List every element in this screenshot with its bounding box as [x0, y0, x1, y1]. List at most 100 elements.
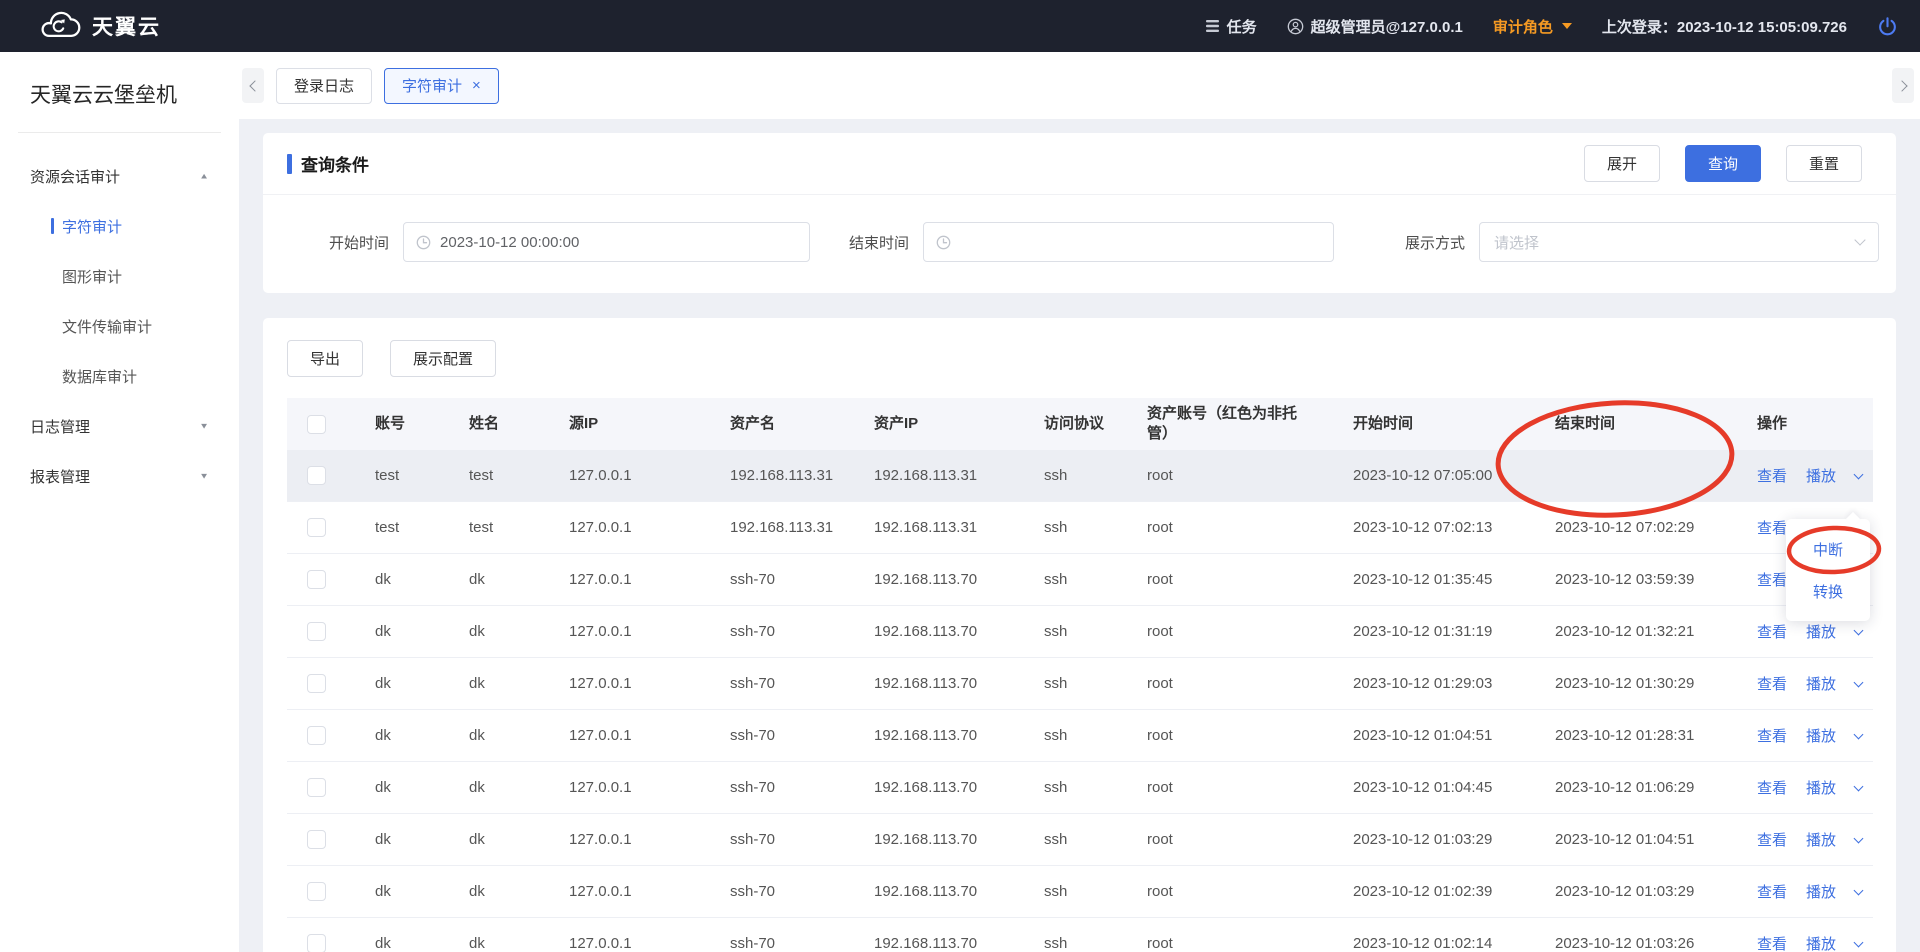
- tab-label: 登录日志: [294, 75, 354, 96]
- user-menu[interactable]: 超级管理员@127.0.0.1: [1287, 16, 1463, 37]
- tabbar: 登录日志 字符审计 ×: [239, 52, 1920, 119]
- tab-close-icon[interactable]: ×: [472, 78, 481, 93]
- last-login-text: 上次登录：2023-10-12 15:05:09.726: [1602, 16, 1847, 37]
- row-checkbox[interactable]: [307, 466, 326, 485]
- table-row: dk dk 127.0.0.1 ssh-70 192.168.113.70 ss…: [287, 918, 1873, 952]
- active-indicator: [51, 218, 54, 234]
- cell-account: dk: [361, 571, 455, 588]
- chevron-left-icon: [249, 80, 260, 91]
- play-link[interactable]: 播放: [1806, 933, 1836, 952]
- cell-asset-name: 192.168.113.31: [716, 467, 860, 484]
- table-row: dk dk 127.0.0.1 ssh-70 192.168.113.70 ss…: [287, 814, 1873, 866]
- view-link[interactable]: 查看: [1757, 933, 1787, 952]
- reset-button[interactable]: 重置: [1786, 145, 1862, 182]
- cell-name: dk: [455, 571, 555, 588]
- play-link[interactable]: 播放: [1806, 829, 1836, 850]
- display-config-button[interactable]: 展示配置: [390, 340, 496, 377]
- sidebar-item-file-transfer-audit[interactable]: 文件传输审计: [0, 301, 239, 351]
- row-checkbox[interactable]: [307, 934, 326, 952]
- select-all-checkbox[interactable]: [307, 415, 326, 434]
- more-actions-chevron-icon[interactable]: [1854, 781, 1864, 791]
- more-actions-chevron-icon[interactable]: [1854, 677, 1864, 687]
- cell-asset-name: ssh-70: [716, 883, 860, 900]
- display-mode-select[interactable]: 请选择: [1479, 222, 1879, 262]
- view-link[interactable]: 查看: [1757, 777, 1787, 798]
- caret-down-icon: [1562, 23, 1572, 29]
- sidebar-group-log-management[interactable]: 日志管理 ▼: [0, 401, 239, 451]
- tasks-menu[interactable]: 任务: [1205, 16, 1257, 37]
- cell-start-time: 2023-10-12 07:02:13: [1339, 519, 1541, 536]
- play-link[interactable]: 播放: [1806, 673, 1836, 694]
- view-link[interactable]: 查看: [1757, 881, 1787, 902]
- cell-asset-ip: 192.168.113.31: [860, 519, 1030, 536]
- tab-scroll-right-button[interactable]: [1892, 68, 1914, 103]
- row-checkbox[interactable]: [307, 622, 326, 641]
- play-link[interactable]: 播放: [1806, 465, 1836, 486]
- view-link[interactable]: 查看: [1757, 621, 1787, 642]
- cell-name: dk: [455, 935, 555, 952]
- row-checkbox[interactable]: [307, 570, 326, 589]
- table-header-row: 账号 姓名 源IP 资产名 资产IP 访问协议 资产账号（红色为非托管） 开始时…: [287, 398, 1873, 450]
- row-checkbox[interactable]: [307, 726, 326, 745]
- cell-protocol: ssh: [1030, 519, 1133, 536]
- play-link[interactable]: 播放: [1806, 777, 1836, 798]
- sidebar-item-char-audit[interactable]: 字符审计: [0, 201, 239, 251]
- more-actions-chevron-icon[interactable]: [1854, 833, 1864, 843]
- view-link[interactable]: 查看: [1757, 465, 1787, 486]
- more-actions-chevron-icon[interactable]: [1854, 937, 1864, 947]
- convert-menu-item[interactable]: 转换: [1786, 570, 1870, 612]
- start-time-input[interactable]: 2023-10-12 00:00:00: [403, 222, 810, 262]
- cell-actions: 查看 播放: [1743, 777, 1873, 798]
- tab-scroll-left-button[interactable]: [242, 68, 264, 103]
- cell-start-time: 2023-10-12 01:03:29: [1339, 831, 1541, 848]
- play-link[interactable]: 播放: [1806, 881, 1836, 902]
- cell-actions: 查看 播放: [1743, 933, 1873, 952]
- interrupt-menu-item[interactable]: 中断: [1786, 528, 1870, 570]
- title-text: 查询条件: [301, 151, 369, 176]
- view-link[interactable]: 查看: [1757, 829, 1787, 850]
- sidebar-group-session-audit[interactable]: 资源会话审计 ▲: [0, 151, 239, 201]
- more-actions-chevron-icon[interactable]: [1854, 885, 1864, 895]
- role-dropdown[interactable]: 审计角色: [1493, 16, 1572, 37]
- cell-protocol: ssh: [1030, 675, 1133, 692]
- view-link[interactable]: 查看: [1757, 569, 1787, 590]
- row-checkbox[interactable]: [307, 830, 326, 849]
- caret-down-icon: ▼: [199, 472, 209, 481]
- group-label: 报表管理: [30, 466, 90, 487]
- end-time-input[interactable]: [923, 222, 1334, 262]
- logout-power-icon[interactable]: [1877, 16, 1898, 37]
- cell-name: dk: [455, 779, 555, 796]
- row-checkbox[interactable]: [307, 882, 326, 901]
- play-link[interactable]: 播放: [1806, 725, 1836, 746]
- cell-start-time: 2023-10-12 01:31:19: [1339, 623, 1541, 640]
- sidebar-group-report-management[interactable]: 报表管理 ▼: [0, 451, 239, 501]
- cell-source-ip: 127.0.0.1: [555, 519, 716, 536]
- search-button[interactable]: 查询: [1685, 145, 1761, 182]
- more-actions-chevron-icon[interactable]: [1854, 469, 1864, 479]
- table-row: dk dk 127.0.0.1 ssh-70 192.168.113.70 ss…: [287, 606, 1873, 658]
- cell-end-time: 2023-10-12 01:03:29: [1541, 883, 1743, 900]
- sidebar-item-graphic-audit[interactable]: 图形审计: [0, 251, 239, 301]
- view-link[interactable]: 查看: [1757, 725, 1787, 746]
- view-link[interactable]: 查看: [1757, 673, 1787, 694]
- clock-icon: [936, 235, 951, 250]
- topbar: 天翼云 任务 超级管理员@127.0.0.1 审计角色 上次登录：2023-10…: [0, 0, 1920, 52]
- expand-button[interactable]: 展开: [1584, 145, 1660, 182]
- title-accent-bar: [287, 154, 292, 174]
- sidebar-item-database-audit[interactable]: 数据库审计: [0, 351, 239, 401]
- cell-asset-ip: 192.168.113.70: [860, 623, 1030, 640]
- row-checkbox[interactable]: [307, 674, 326, 693]
- cell-account: dk: [361, 935, 455, 952]
- row-checkbox[interactable]: [307, 518, 326, 537]
- more-actions-chevron-icon[interactable]: [1854, 729, 1864, 739]
- row-actions-dropdown: 中断 转换: [1786, 519, 1870, 621]
- cell-protocol: ssh: [1030, 623, 1133, 640]
- table-row: dk dk 127.0.0.1 ssh-70 192.168.113.70 ss…: [287, 762, 1873, 814]
- tab-login-log[interactable]: 登录日志: [276, 68, 372, 104]
- play-link[interactable]: 播放: [1806, 621, 1836, 642]
- view-link[interactable]: 查看: [1757, 517, 1787, 538]
- tab-char-audit[interactable]: 字符审计 ×: [384, 68, 499, 104]
- row-checkbox[interactable]: [307, 778, 326, 797]
- more-actions-chevron-icon[interactable]: [1854, 625, 1864, 635]
- export-button[interactable]: 导出: [287, 340, 363, 377]
